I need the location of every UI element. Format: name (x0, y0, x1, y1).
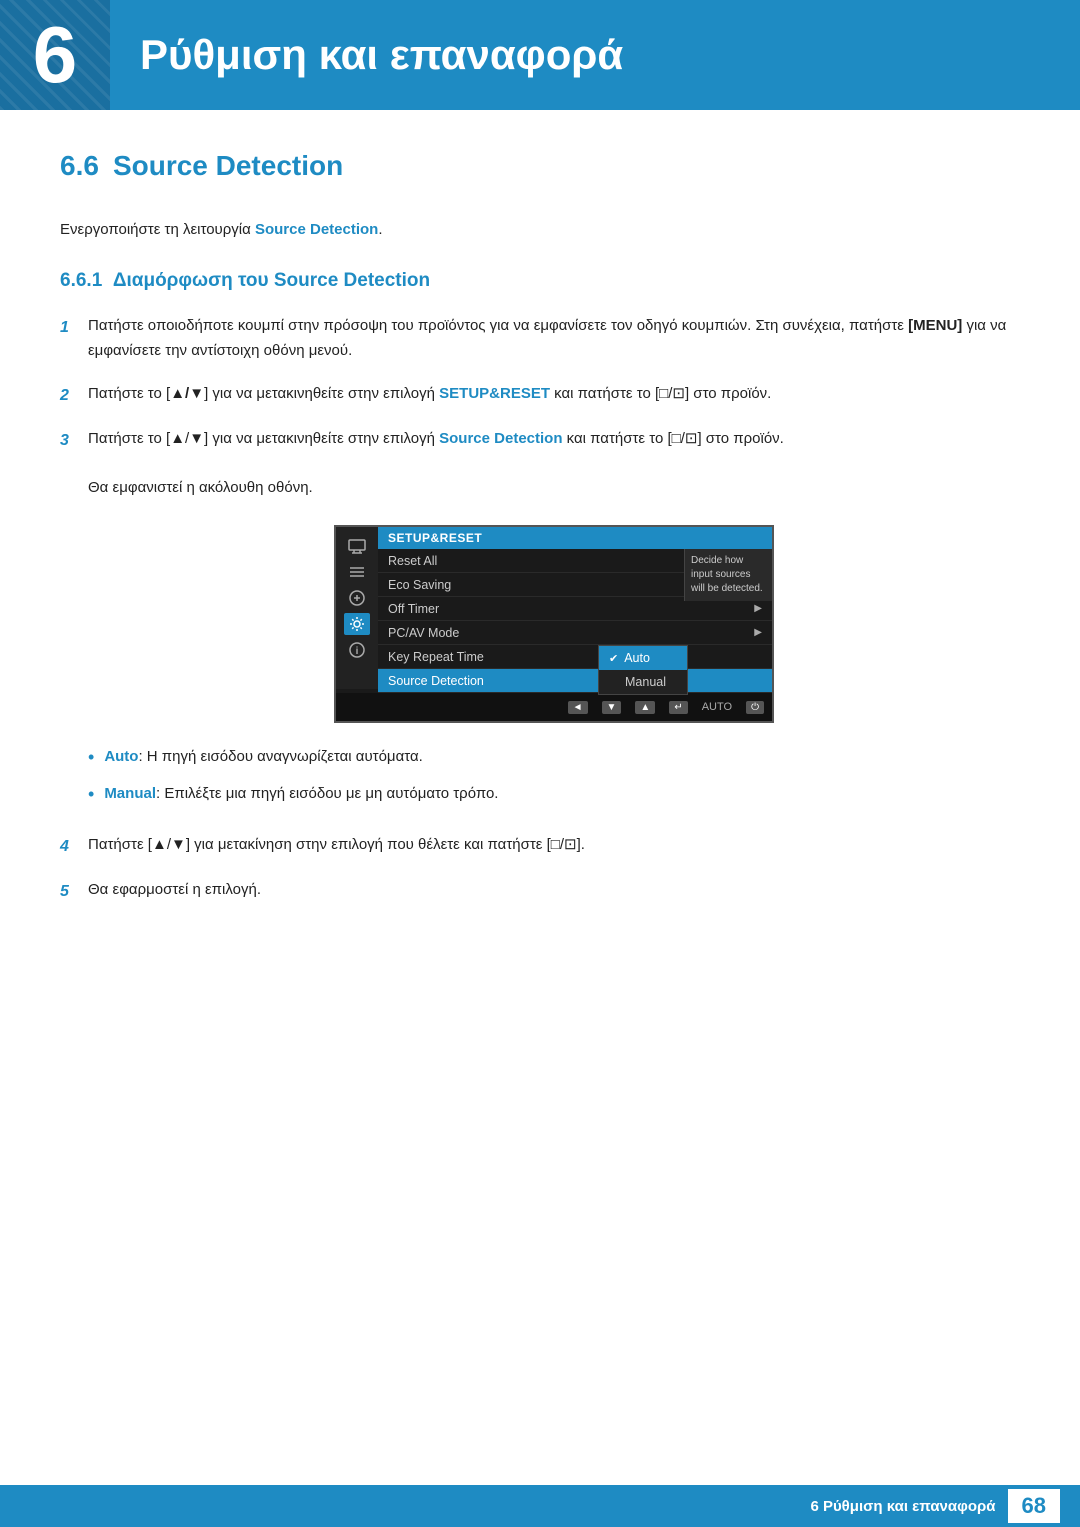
osd-tooltip: Decide how input sources will be detecte… (684, 549, 772, 601)
step-4: 4 Πατήστε [▲/▼] για μετακίνηση στην επιλ… (60, 833, 1020, 860)
bullet-auto: • Auto: Η πηγή εισόδου αναγνωρίζεται αυτ… (88, 745, 1020, 772)
svg-text:i: i (356, 646, 359, 657)
nav-left: ◄ (568, 701, 588, 714)
osd-menu: i SETUP&RESET Reset All Eco Saving Off O… (334, 525, 774, 723)
bullet-list: • Auto: Η πηγή εισόδου αναγνωρίζεται αυτ… (88, 745, 1020, 809)
osd-row-source-detection: Source Detection (378, 669, 772, 693)
step-3: 3 Πατήστε το [▲/▼] για να μετακινηθείτε … (60, 427, 1020, 501)
lines-icon (344, 561, 370, 583)
osd-sidebar: i (336, 527, 378, 689)
page-content: 6.6Source Detection Ενεργοποιήστε τη λει… (0, 150, 1080, 1010)
info-icon: i (344, 639, 370, 661)
page-footer: 6 Ρύθμιση και επαναφορά 68 (0, 1485, 1080, 1527)
monitor-icon (344, 535, 370, 557)
section-heading: 6.6Source Detection (60, 150, 1020, 190)
step-1: 1 Πατήστε οποιοδήποτε κουμπί στην πρόσοψ… (60, 314, 1020, 364)
steps-list-continued: 4 Πατήστε [▲/▼] για μετακίνηση στην επιλ… (60, 833, 1020, 906)
osd-row-key-repeat: Key Repeat Time (378, 645, 772, 669)
nav-up: ▲ (635, 701, 655, 714)
nav-down: ▼ (602, 701, 622, 714)
step-2: 2 Πατήστε το [▲/▼] για να μετακινηθείτε … (60, 382, 1020, 409)
bullet-manual: • Manual: Επιλέξτε μια πηγή εισόδου με μ… (88, 782, 1020, 809)
osd-screenshot: i SETUP&RESET Reset All Eco Saving Off O… (88, 525, 1020, 723)
osd-bottom-bar: ◄ ▼ ▲ ↵ AUTO ⏻ (336, 693, 772, 721)
osd-submenu-manual: Manual (599, 670, 687, 694)
osd-submenu-auto: ✔ Auto (599, 646, 687, 670)
gear-icon (344, 613, 370, 635)
steps-list: 1 Πατήστε οποιοδήποτε κουμπί στην πρόσοψ… (60, 314, 1020, 501)
osd-submenu: ✔ Auto Manual (598, 645, 688, 695)
chapter-header: 6 Ρύθμιση και επαναφορά (0, 0, 1080, 110)
nav-enter: ↵ (669, 701, 687, 714)
nav-power: ⏻ (746, 701, 764, 714)
subsection-heading: 6.6.1 Διαμόρφωση του Source Detection (60, 270, 1020, 292)
footer-page-number: 68 (1008, 1489, 1060, 1523)
chapter-number: 6 (0, 0, 110, 110)
chapter-title: Ρύθμιση και επαναφορά (110, 0, 653, 110)
step-5: 5 Θα εφαρμοστεί η επιλογή. (60, 878, 1020, 905)
osd-row-pcav-mode: PC/AV Mode ▶ (378, 621, 772, 645)
nav-auto: AUTO (702, 701, 732, 713)
intro-paragraph: Ενεργοποιήστε τη λειτουργία Source Detec… (60, 218, 1020, 242)
footer-chapter-label: 6 Ρύθμιση και επαναφορά (810, 1498, 995, 1515)
arrows-icon (344, 587, 370, 609)
osd-section-title: SETUP&RESET (378, 527, 772, 549)
